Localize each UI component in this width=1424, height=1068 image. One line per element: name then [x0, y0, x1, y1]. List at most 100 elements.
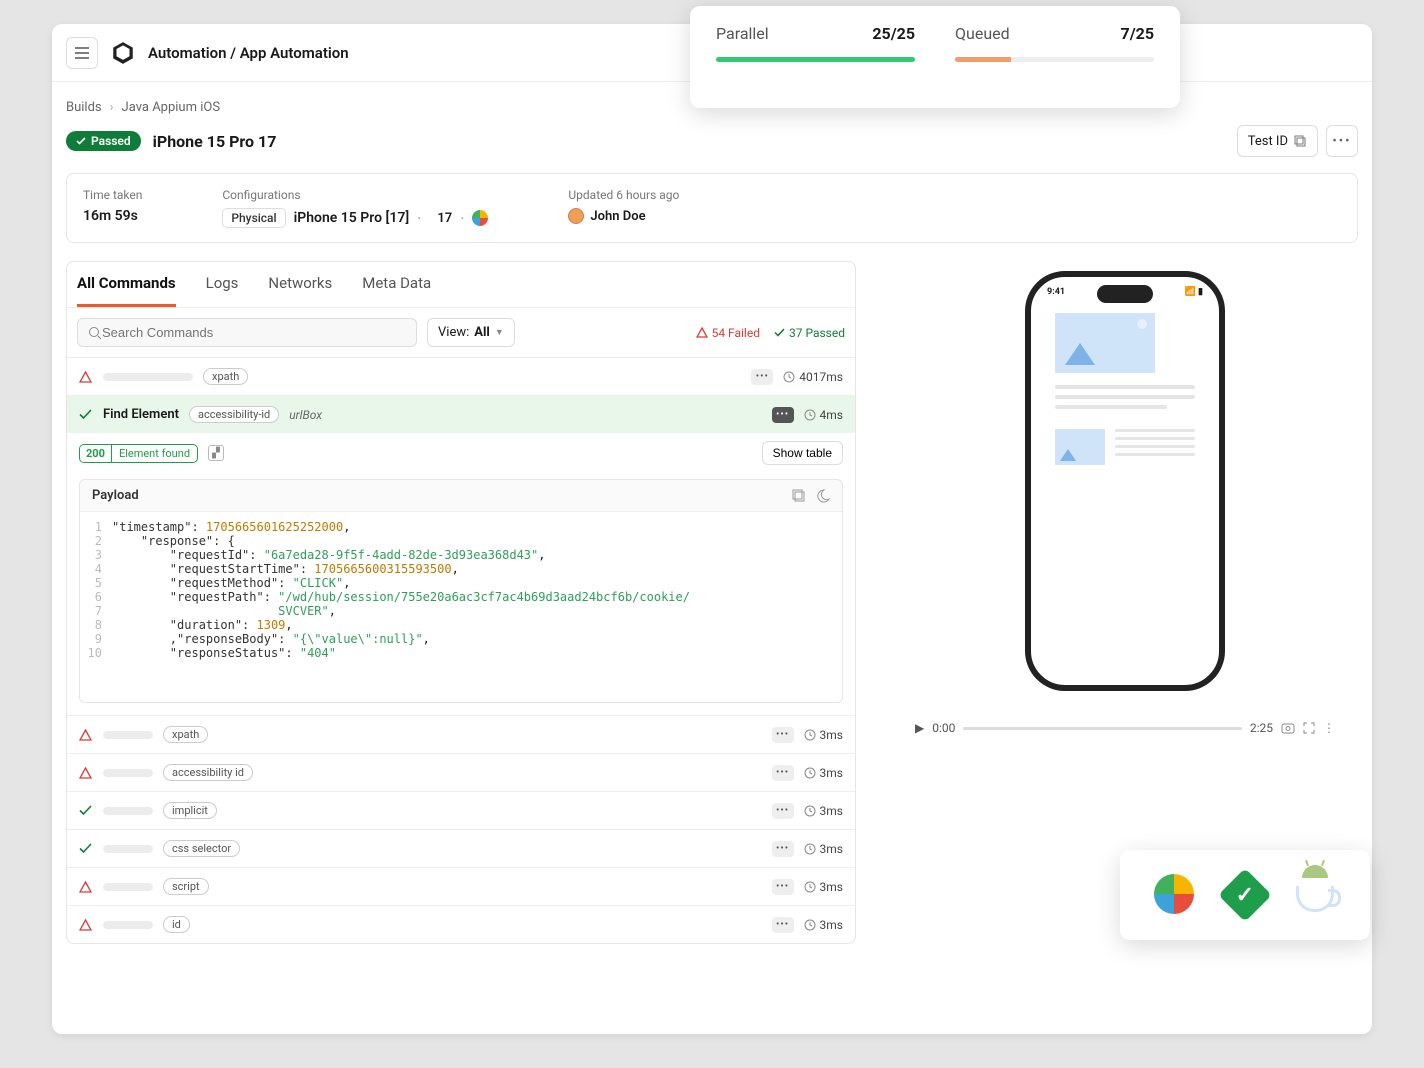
framework-icons-card: ✓ [1120, 850, 1370, 940]
breadcrumb-root[interactable]: Builds [66, 100, 102, 115]
command-row[interactable]: xpath •••3ms [67, 715, 855, 753]
placeholder-line [1055, 385, 1195, 389]
payload-header: Payload [80, 480, 842, 512]
row-menu[interactable]: ••• [772, 765, 794, 781]
clock-icon [804, 729, 816, 741]
skeleton [103, 807, 153, 815]
skeleton [103, 769, 153, 777]
phone-content [1031, 277, 1219, 465]
clock-icon [804, 805, 816, 817]
warning-icon [696, 327, 708, 338]
tab-logs[interactable]: Logs [206, 262, 239, 307]
more-button[interactable]: ••• [1326, 125, 1358, 157]
command-result-row: 200 Element found ▞ Show table [67, 433, 855, 473]
locator-pill: xpath [163, 726, 208, 743]
timing: 3ms [804, 918, 843, 932]
result-stats: 54 Failed 37 Passed [696, 326, 845, 340]
command-row[interactable]: id ••• 3ms [67, 905, 855, 943]
logo [110, 40, 136, 66]
row-menu[interactable]: ••• [772, 803, 794, 819]
updated-label: Updated 6 hours ago [568, 188, 679, 202]
search-input-wrap[interactable] [77, 318, 417, 347]
config-col: Configurations Physical iPhone 15 Pro [1… [222, 188, 488, 228]
video-total-time: 2:25 [1250, 721, 1273, 735]
play-button[interactable]: ▶ [915, 721, 924, 735]
queued-label: Queued [955, 24, 1010, 43]
skeleton [103, 883, 153, 891]
clock-icon [804, 919, 816, 931]
moon-icon[interactable] [816, 489, 830, 503]
tabs: All Commands Logs Networks Meta Data [67, 262, 855, 308]
locator-pill: implicit [163, 802, 217, 819]
tab-meta-data[interactable]: Meta Data [362, 262, 431, 307]
failed-count: 54 Failed [696, 326, 760, 340]
tab-networks[interactable]: Networks [268, 262, 332, 307]
command-row[interactable]: script •••3ms [67, 867, 855, 905]
row-menu[interactable]: ••• [772, 841, 794, 857]
commands-panel: All Commands Logs Networks Meta Data Vie… [66, 261, 856, 944]
command-row[interactable]: css selector •••3ms [67, 829, 855, 867]
row-menu[interactable]: ••• [772, 917, 794, 933]
test-id-button[interactable]: Test ID [1237, 125, 1318, 157]
breadcrumb-leaf[interactable]: Java Appium iOS [122, 100, 221, 115]
status-label: Passed [91, 134, 131, 148]
locator-pill: accessibility id [163, 764, 253, 781]
skeleton [103, 845, 153, 853]
row-menu[interactable]: ••• [772, 727, 794, 743]
timing: 3ms [804, 842, 843, 856]
user-name: John Doe [590, 209, 645, 224]
payload-code[interactable]: 1"timestamp": 1705665601625252000,2 "res… [80, 512, 842, 702]
hamburger-icon [75, 47, 89, 59]
clock-icon [804, 767, 816, 779]
main-content: All Commands Logs Networks Meta Data Vie… [52, 243, 1372, 944]
locator-pill: id [163, 916, 190, 933]
placeholder-line [1115, 437, 1195, 440]
show-table-button[interactable]: Show table [762, 441, 843, 465]
skeleton [103, 373, 193, 381]
fullscreen-icon[interactable] [1303, 722, 1315, 734]
placeholder-image [1055, 429, 1105, 465]
updated-col: Updated 6 hours ago John Doe [568, 188, 679, 228]
config-label: Configurations [222, 188, 488, 202]
search-input[interactable] [102, 325, 406, 340]
view-dropdown[interactable]: View: All ▼ [427, 318, 515, 347]
camera-icon[interactable] [1281, 722, 1295, 734]
command-row[interactable]: implicit ••• 3ms [67, 791, 855, 829]
tab-all-commands[interactable]: All Commands [77, 262, 176, 307]
config-device: iPhone 15 Pro [17] [294, 210, 410, 226]
dot-separator: · [417, 209, 421, 228]
image-icon[interactable]: ▞ [208, 445, 224, 461]
row-menu[interactable]: ••• [772, 407, 794, 423]
video-current-time: 0:00 [932, 721, 955, 735]
warning-icon [79, 767, 93, 779]
device-mockup: 9:41 📶 ▮ [1025, 271, 1225, 691]
parallel-value: 25/25 [872, 24, 915, 43]
more-icon[interactable]: ⋮ [1323, 721, 1335, 735]
status-badge: Passed [66, 131, 141, 151]
locator-value: urlBox [289, 408, 322, 422]
check-icon [79, 805, 93, 816]
check-icon [774, 328, 785, 337]
command-row[interactable]: accessibility id •••3ms [67, 753, 855, 791]
dot-separator: · [460, 209, 464, 228]
placeholder-line [1115, 429, 1195, 432]
queued-bar [955, 57, 1154, 62]
video-controls: ▶ 0:00 2:25 ⋮ [915, 721, 1335, 735]
menu-button[interactable] [66, 37, 98, 69]
row-menu[interactable]: ••• [751, 369, 773, 385]
view-label: View: [438, 325, 469, 340]
row-menu[interactable]: ••• [772, 879, 794, 895]
parallel-stat: Parallel 25/25 [716, 24, 915, 90]
status-row: Passed iPhone 15 Pro 17 Test ID ••• [66, 125, 1358, 157]
copy-icon[interactable] [792, 489, 806, 503]
payload-panel: Payload 1"timestamp": 170566560162525200… [79, 479, 843, 703]
command-row[interactable]: xpath ••• 4017ms [67, 357, 855, 395]
device-title: iPhone 15 Pro 17 [153, 132, 277, 151]
placeholder-line [1115, 453, 1195, 456]
warning-icon [79, 919, 93, 931]
skeleton [103, 731, 153, 739]
chevron-right-icon: › [110, 100, 114, 115]
timing: 3ms [804, 804, 843, 818]
command-row-expanded[interactable]: Find Element accessibility-id urlBox •••… [67, 395, 855, 433]
video-track[interactable] [963, 727, 1241, 730]
